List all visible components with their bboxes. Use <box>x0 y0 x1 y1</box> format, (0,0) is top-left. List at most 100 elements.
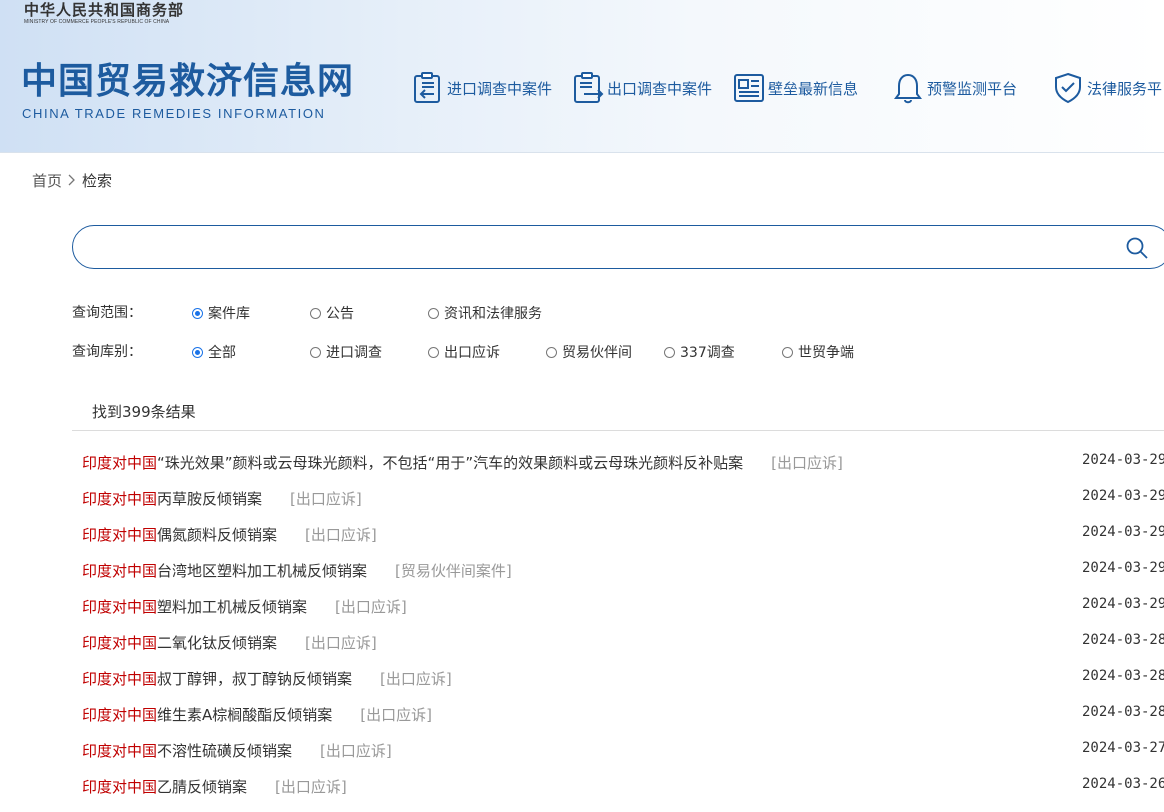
result-tag: [出口应诉] <box>320 742 392 760</box>
result-tag: [出口应诉] <box>305 526 377 544</box>
result-title-link[interactable]: 偶氮颜料反倾销案 <box>157 526 277 544</box>
nav-label: 壁垒最新信息 <box>768 79 859 98</box>
result-row[interactable]: 印度对中国二氧化钛反倾销案 [出口应诉] 2024-03-28 <box>82 632 1164 668</box>
result-row[interactable]: 印度对中国“珠光效果”颜料或云母珠光颜料，不包括“用于”汽车的效果颜料或云母珠光… <box>82 452 1164 488</box>
result-title-link[interactable]: 乙腈反倾销案 <box>157 778 247 796</box>
result-tag: [出口应诉] <box>360 706 432 724</box>
result-tag: [出口应诉] <box>305 634 377 652</box>
result-date: 2024-03-29 <box>1082 452 1164 468</box>
result-row[interactable]: 印度对中国乙腈反倾销案 [出口应诉] 2024-03-26 <box>82 776 1164 812</box>
radio-label: 全部 <box>208 345 236 361</box>
result-prefix: 印度对中国 <box>82 634 158 652</box>
nav-label: 法律服务平 <box>1087 79 1163 98</box>
result-prefix: 印度对中国 <box>82 562 158 580</box>
category-radio-wto[interactable]: 世贸争端 <box>782 342 854 362</box>
scope-radio-announcements[interactable]: 公告 <box>310 303 354 323</box>
result-row[interactable]: 印度对中国偶氮颜料反倾销案 [出口应诉] 2024-03-29 <box>82 524 1164 560</box>
chevron-right-icon <box>68 172 76 190</box>
result-date: 2024-03-26 <box>1082 776 1164 792</box>
radio-label: 337调查 <box>680 345 735 361</box>
scope-filter-label: 查询范围： <box>72 305 142 321</box>
divider <box>72 430 1164 431</box>
search-icon[interactable] <box>1125 236 1149 260</box>
result-row[interactable]: 印度对中国叔丁醇钾，叔丁醇钠反倾销案 [出口应诉] 2024-03-28 <box>82 668 1164 704</box>
category-radio-337[interactable]: 337调查 <box>664 342 735 362</box>
result-tag: [出口应诉] <box>275 778 347 796</box>
site-subtitle-en: CHINA TRADE REMEDIES INFORMATION <box>22 106 326 121</box>
nav-import-cases[interactable]: 进口调查中案件 <box>412 70 552 106</box>
nav-early-warning[interactable]: 预警监测平台 <box>892 70 1017 106</box>
radio-unchecked-icon <box>310 307 321 319</box>
result-date: 2024-03-29 <box>1082 596 1164 612</box>
nav-export-cases[interactable]: 出口调查中案件 <box>572 70 712 106</box>
scope-radio-news-legal[interactable]: 资讯和法律服务 <box>428 303 542 323</box>
result-title-link[interactable]: 叔丁醇钾，叔丁醇钠反倾销案 <box>157 670 352 688</box>
radio-unchecked-icon <box>428 307 439 319</box>
shield-icon <box>1055 72 1081 104</box>
scope-radio-cases[interactable]: 案件库 <box>192 303 250 323</box>
result-date: 2024-03-27 <box>1082 740 1164 756</box>
result-prefix: 印度对中国 <box>82 598 158 616</box>
category-radio-import[interactable]: 进口调查 <box>310 342 382 362</box>
result-date: 2024-03-28 <box>1082 668 1164 684</box>
radio-label: 进口调查 <box>326 345 382 361</box>
result-date: 2024-03-29 <box>1082 560 1164 576</box>
result-row[interactable]: 印度对中国台湾地区塑料加工机械反倾销案 [贸易伙伴间案件] 2024-03-29 <box>82 560 1164 596</box>
result-prefix: 印度对中国 <box>82 742 158 760</box>
nav-label: 预警监测平台 <box>927 79 1018 98</box>
category-filter-label: 查询库别： <box>72 344 142 360</box>
radio-unchecked-icon <box>310 346 321 358</box>
result-prefix: 印度对中国 <box>82 490 158 508</box>
ministry-name-en: MINISTRY OF COMMERCE PEOPLE'S REPUBLIC O… <box>24 19 170 25</box>
breadcrumb-home-link[interactable]: 首页 <box>32 170 62 191</box>
bell-icon <box>894 73 922 104</box>
result-prefix: 印度对中国 <box>82 778 158 796</box>
news-icon <box>734 74 764 102</box>
result-title-link[interactable]: 塑料加工机械反倾销案 <box>157 598 307 616</box>
result-date: 2024-03-28 <box>1082 704 1164 720</box>
nav-label: 出口调查中案件 <box>607 79 713 98</box>
ministry-logo[interactable]: 中华人民共和国商务部 MINISTRY OF COMMERCE PEOPLE'S… <box>24 1 184 26</box>
result-title-link[interactable]: 不溶性硫磺反倾销案 <box>157 742 292 760</box>
nav-label: 进口调查中案件 <box>447 79 553 98</box>
site-header: 中华人民共和国商务部 MINISTRY OF COMMERCE PEOPLE'S… <box>0 0 1164 153</box>
radio-label: 案件库 <box>208 306 250 322</box>
search-input[interactable] <box>87 234 1101 262</box>
nav-barrier-news[interactable]: 壁垒最新信息 <box>733 70 858 106</box>
radio-checked-icon <box>192 346 203 358</box>
category-radio-export[interactable]: 出口应诉 <box>428 342 500 362</box>
results-list: 印度对中国 “珠光效果”颜料或云母珠光颜料，不包括“用于”汽车的效果颜料或云母珠光… <box>82 452 1164 812</box>
result-title-link[interactable]: “珠光效果”颜料或云母珠光颜料，不包括“用于”汽车的效果颜料或云母珠光颜料反补贴… <box>157 454 743 472</box>
site-title[interactable]: 中国贸易救济信息网 <box>21 60 354 104</box>
result-prefix: 印度对中国 <box>82 670 158 688</box>
result-row[interactable]: 印度对中国塑料加工机械反倾销案 [出口应诉] 2024-03-29 <box>82 596 1164 632</box>
result-tag: [出口应诉] <box>771 454 843 472</box>
result-title-link[interactable]: 台湾地区塑料加工机械反倾销案 <box>157 562 367 580</box>
result-row[interactable]: 印度对中国丙草胺反倾销案 [出口应诉] 2024-03-29 <box>82 488 1164 524</box>
radio-checked-icon <box>192 307 203 319</box>
radio-label: 世贸争端 <box>798 345 854 361</box>
nav-legal-service[interactable]: 法律服务平 <box>1052 70 1162 106</box>
result-row[interactable]: 印度对中国不溶性硫磺反倾销案 [出口应诉] 2024-03-27 <box>82 740 1164 776</box>
result-date: 2024-03-29 <box>1082 524 1164 540</box>
radio-label: 资讯和法律服务 <box>444 306 542 322</box>
category-radio-partners[interactable]: 贸易伙伴间 <box>546 342 632 362</box>
result-tag: [出口应诉] <box>290 490 362 508</box>
result-title-link[interactable]: 丙草胺反倾销案 <box>157 490 262 508</box>
result-row[interactable]: 印度对中国维生素A棕榈酸酯反倾销案 [出口应诉] 2024-03-28 <box>82 704 1164 740</box>
search-box <box>72 225 1164 269</box>
result-date: 2024-03-29 <box>1082 488 1164 504</box>
result-title-link[interactable]: 维生素A棕榈酸酯反倾销案 <box>157 706 332 724</box>
radio-unchecked-icon <box>664 346 675 358</box>
result-title-link[interactable]: 二氧化钛反倾销案 <box>157 634 277 652</box>
radio-unchecked-icon <box>546 346 557 358</box>
category-radio-all[interactable]: 全部 <box>192 342 236 362</box>
breadcrumb-current: 检索 <box>82 172 113 190</box>
result-prefix: 印度对中国 <box>82 706 158 724</box>
radio-unchecked-icon <box>428 346 439 358</box>
result-count: 找到399条结果 <box>92 403 196 421</box>
radio-label: 出口应诉 <box>444 345 500 361</box>
result-tag: [出口应诉] <box>380 670 452 688</box>
result-prefix: 印度对中国 <box>82 526 158 544</box>
radio-unchecked-icon <box>782 346 793 358</box>
